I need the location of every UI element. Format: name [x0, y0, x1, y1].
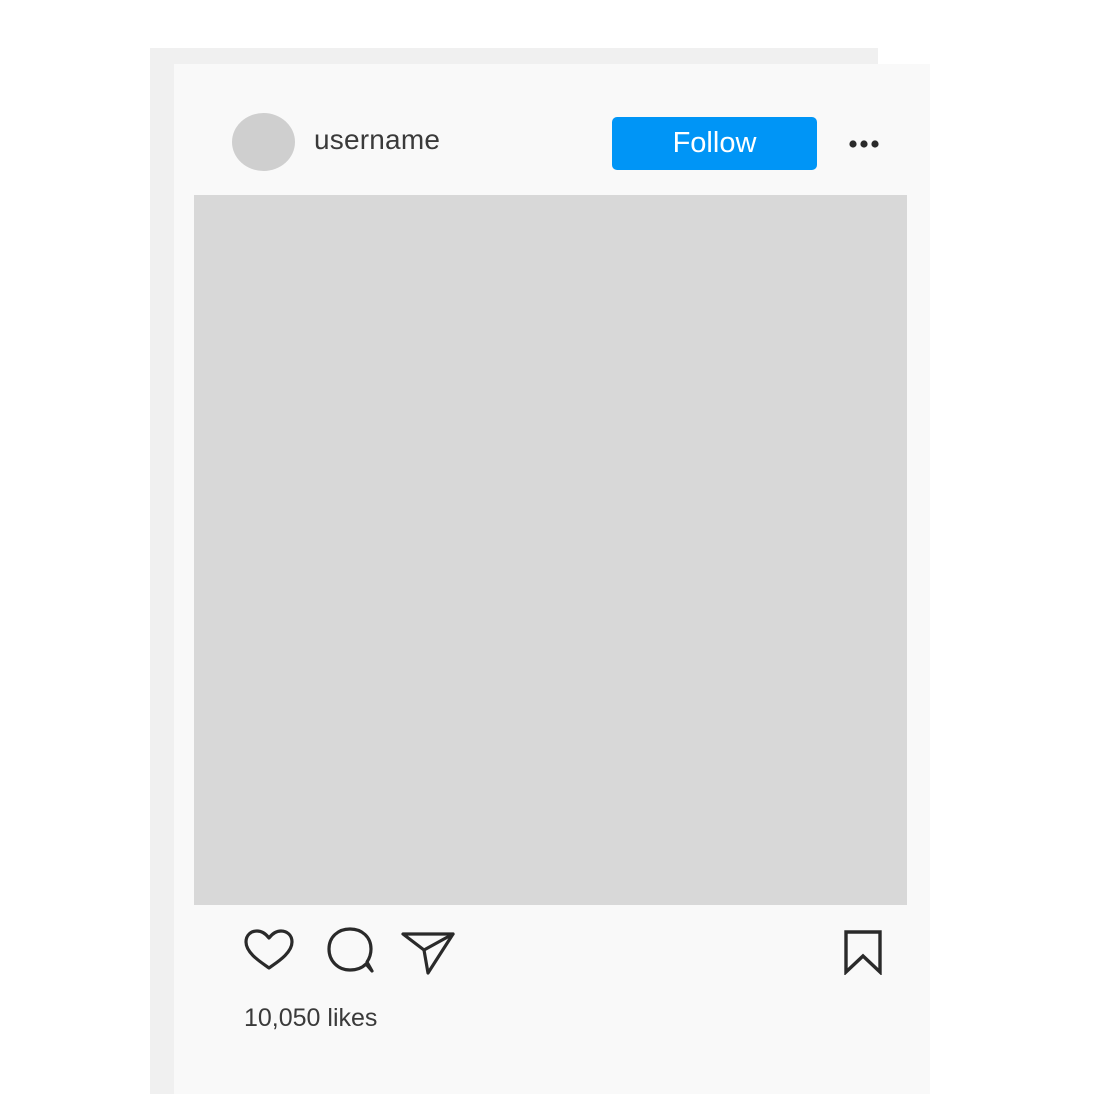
- heart-icon[interactable]: [242, 928, 296, 972]
- follow-button[interactable]: Follow: [612, 117, 817, 170]
- comment-bubble-icon[interactable]: [326, 926, 376, 974]
- more-dots-icon[interactable]: [848, 136, 880, 152]
- likes-count: 10,050 likes: [244, 1004, 378, 1032]
- post-image-placeholder: [194, 195, 907, 905]
- post-card: username Follow 10,050 likes: [174, 64, 930, 1094]
- username[interactable]: username: [314, 123, 440, 157]
- post-mockup: username Follow 10,050 likes: [0, 0, 1101, 1101]
- bookmark-icon[interactable]: [842, 929, 884, 975]
- avatar[interactable]: [232, 113, 295, 171]
- paper-plane-icon[interactable]: [400, 930, 456, 976]
